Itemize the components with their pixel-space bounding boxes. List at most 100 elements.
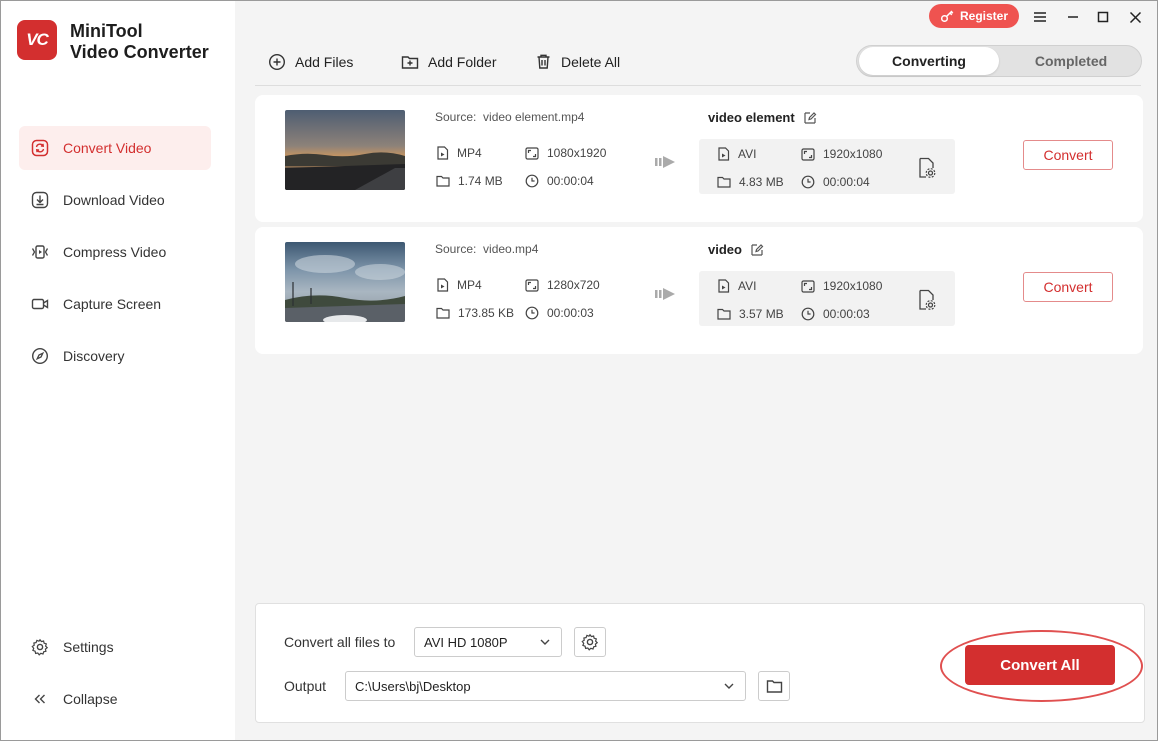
source-filename: video element.mp4: [483, 110, 585, 124]
sidebar-item-convert-video[interactable]: Convert Video: [19, 126, 211, 170]
sidebar-item-settings[interactable]: Settings: [19, 625, 211, 669]
source-resolution: 1280x720: [525, 278, 600, 292]
download-icon: [31, 191, 49, 209]
browse-folder-button[interactable]: [758, 671, 790, 701]
compress-icon: [31, 243, 49, 261]
add-file-icon: [268, 53, 286, 71]
clock-icon: [801, 175, 815, 189]
source-size: 173.85 KB: [436, 306, 514, 320]
convert-arrow-icon: [655, 285, 677, 308]
source-resolution: 1080x1920: [525, 146, 606, 160]
folder-icon: [766, 679, 782, 693]
convert-arrow-icon: [655, 153, 677, 176]
video-thumbnail: [285, 242, 405, 322]
register-button[interactable]: Register: [929, 4, 1019, 28]
format-select[interactable]: AVI HD 1080P: [414, 627, 562, 657]
source-prefix: Source:: [435, 110, 477, 124]
chevron-down-icon: [724, 683, 734, 689]
delete-all-button[interactable]: Delete All: [535, 53, 620, 70]
task-card: Source: video.mp4 MP4 1280x720 173.85 KB…: [255, 227, 1143, 354]
source-format: MP4: [436, 146, 482, 160]
source-duration: 00:00:03: [525, 306, 594, 320]
target-duration-value: 00:00:03: [823, 307, 870, 321]
sidebar-item-download-video[interactable]: Download Video: [19, 178, 211, 222]
convert-video-icon: [31, 139, 49, 157]
sidebar-item-label: Compress Video: [63, 244, 167, 260]
target-format: AVI: [717, 279, 756, 293]
target-resolution-value: 1920x1080: [823, 147, 883, 161]
close-button[interactable]: [1124, 6, 1146, 28]
target-format: AVI: [717, 147, 756, 161]
source-filename: video.mp4: [483, 242, 539, 256]
output-path-value: C:\Users\bj\Desktop: [355, 678, 471, 694]
close-icon: [1129, 11, 1141, 23]
output-path-select[interactable]: C:\Users\bj\Desktop: [345, 671, 746, 701]
app-title: MiniTool Video Converter: [70, 21, 209, 63]
video-thumbnail: [285, 110, 405, 190]
target-resolution: 1920x1080: [801, 279, 882, 293]
menu-button[interactable]: [1029, 6, 1051, 28]
key-icon: [940, 10, 954, 23]
gear-icon: [581, 633, 599, 651]
gear-icon: [31, 638, 49, 656]
convert-button[interactable]: Convert: [1023, 272, 1113, 302]
sidebar-item-label: Collapse: [63, 691, 118, 707]
format-select-value: AVI HD 1080P: [424, 634, 508, 650]
folder-icon: [436, 307, 450, 319]
convert-all-button[interactable]: Convert All: [965, 645, 1115, 685]
target-name: video: [708, 242, 764, 257]
output-settings-icon[interactable]: [917, 157, 937, 184]
sidebar-item-label: Settings: [63, 639, 114, 655]
format-settings-button[interactable]: [574, 627, 606, 657]
convert-button[interactable]: Convert: [1023, 140, 1113, 170]
target-name-value: video: [708, 242, 742, 257]
delete-all-label: Delete All: [561, 53, 621, 70]
maximize-button[interactable]: [1092, 6, 1114, 28]
sidebar-item-compress-video[interactable]: Compress Video: [19, 230, 211, 274]
edit-icon[interactable]: [750, 243, 764, 257]
folder-icon: [717, 308, 731, 320]
clock-icon: [525, 174, 539, 188]
convert-all-files-to-label: Convert all files to: [284, 634, 396, 650]
source-format-value: MP4: [457, 146, 482, 160]
source-prefix: Source:: [435, 242, 477, 256]
target-size: 4.83 MB: [717, 175, 784, 189]
hamburger-icon: [1034, 12, 1046, 22]
target-settings-box[interactable]: AVI 1920x1080 3.57 MB 00:00:03: [699, 271, 955, 326]
app-logo: VC: [17, 20, 57, 60]
main-panel: Register Add Files Add Folder Delete All…: [235, 1, 1157, 740]
sidebar-item-capture-screen[interactable]: Capture Screen: [19, 282, 211, 326]
target-duration-value: 00:00:04: [823, 175, 870, 189]
sidebar-nav: Convert Video Download Video Compress Vi…: [19, 126, 211, 386]
task-card: Source: video element.mp4 MP4 1080x1920 …: [255, 95, 1143, 222]
sidebar-item-label: Capture Screen: [63, 296, 162, 312]
maximize-icon: [1097, 11, 1109, 23]
sidebar-item-label: Discovery: [63, 348, 125, 364]
sidebar-item-collapse[interactable]: Collapse: [19, 677, 211, 721]
add-files-button[interactable]: Add Files: [268, 53, 353, 71]
add-files-label: Add Files: [295, 54, 354, 70]
output-settings-icon[interactable]: [917, 289, 937, 316]
target-settings-box[interactable]: AVI 1920x1080 4.83 MB 00:00:04: [699, 139, 955, 194]
minimize-button[interactable]: [1062, 6, 1084, 28]
source-label: Source: video.mp4: [435, 242, 538, 256]
output-label: Output: [284, 678, 327, 694]
source-label: Source: video element.mp4: [435, 110, 584, 124]
target-format-value: AVI: [738, 279, 757, 293]
trash-icon: [537, 54, 550, 69]
app-title-line2: Video Converter: [70, 42, 209, 62]
resolution-icon: [801, 147, 815, 161]
add-folder-button[interactable]: Add Folder: [401, 53, 496, 71]
chevron-down-icon: [540, 639, 550, 645]
sidebar-item-discovery[interactable]: Discovery: [19, 334, 211, 378]
edit-icon[interactable]: [803, 111, 817, 125]
tab-converting[interactable]: Converting: [859, 47, 999, 75]
sidebar-bottom: Settings Collapse: [19, 625, 211, 729]
app-title-line1: MiniTool: [70, 21, 143, 41]
register-label: Register: [959, 9, 1009, 23]
app-logo-text: VC: [26, 30, 49, 49]
minimize-icon: [1068, 16, 1078, 18]
tab-completed[interactable]: Completed: [1001, 47, 1141, 75]
bottom-panel: Convert all files to AVI HD 1080P Output…: [255, 603, 1145, 723]
source-duration-value: 00:00:04: [547, 174, 594, 188]
